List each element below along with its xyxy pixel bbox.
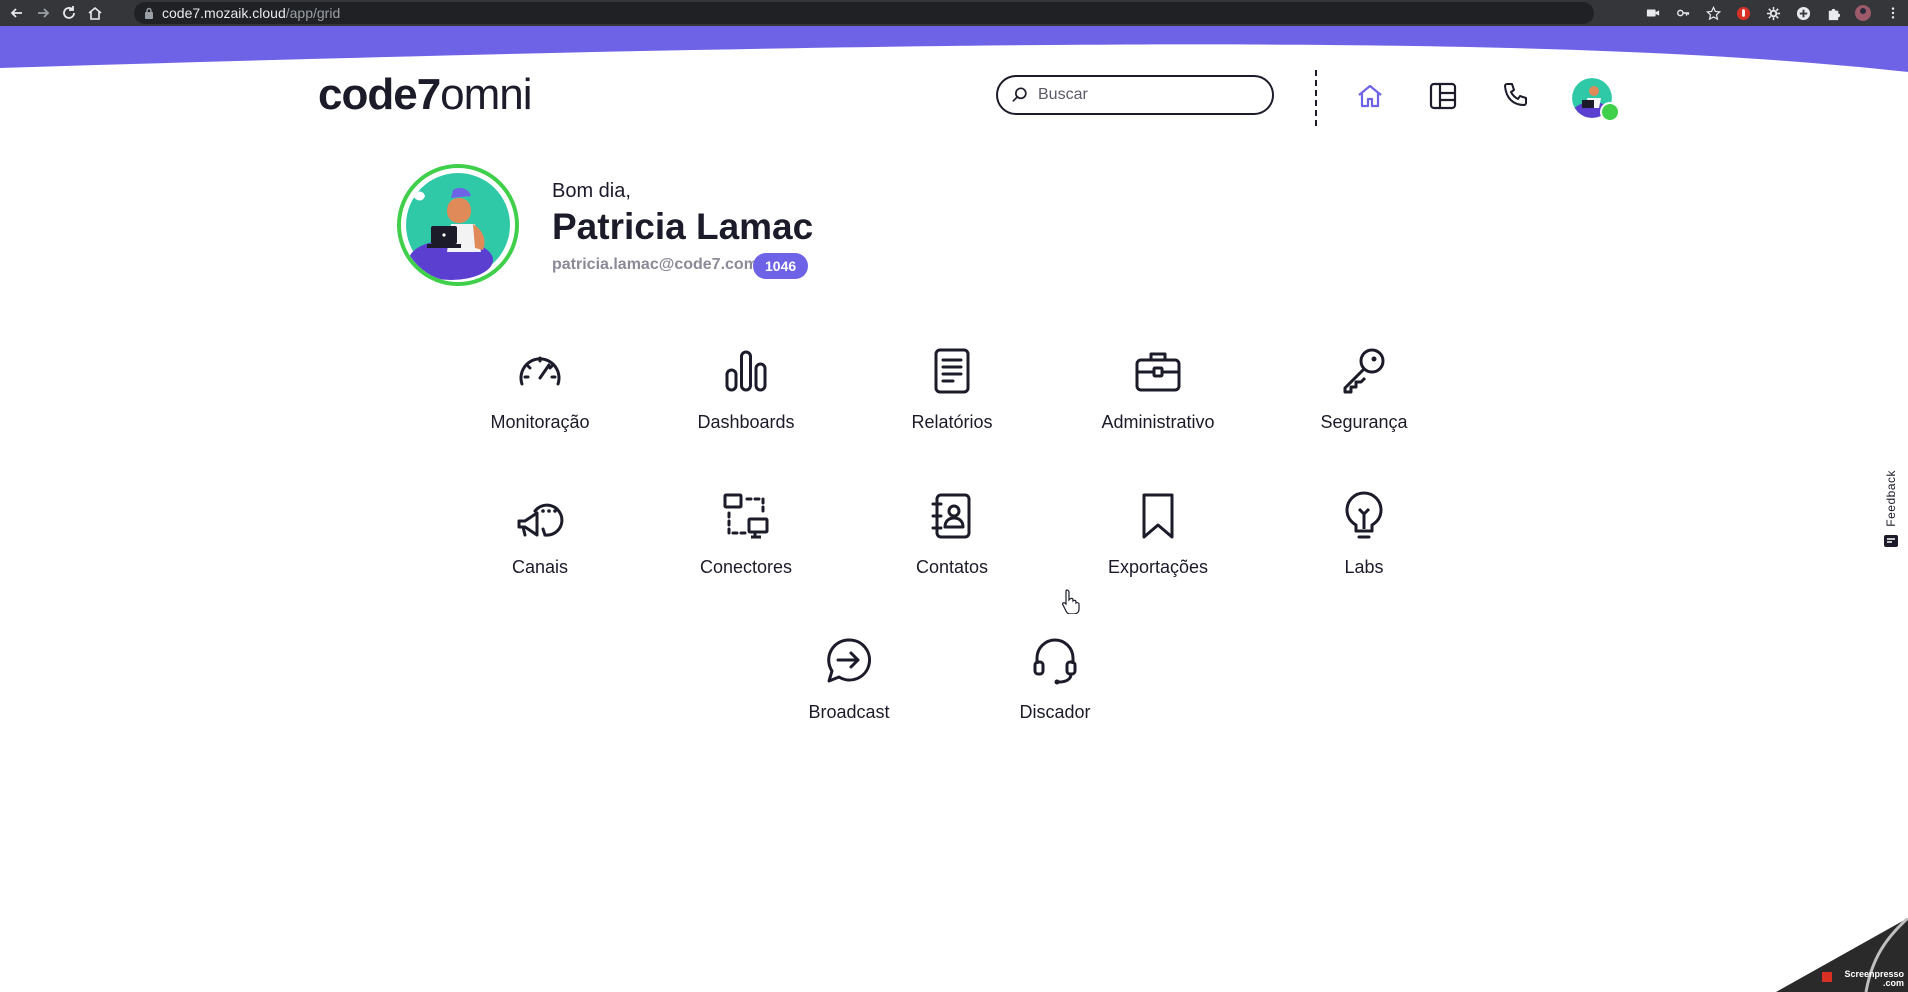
broadcast-bubble-icon [827,638,871,683]
app-label: Conectores [699,557,793,577]
user-name: Patricia Lamac [552,206,814,247]
briefcase-icon [1135,352,1181,392]
back-icon[interactable] [8,4,26,22]
watermark-line2: .com [1882,978,1904,988]
bar-chart-icon [725,350,767,392]
app-label: Dashboards [697,412,795,432]
online-status-dot [1600,102,1620,122]
document-icon [934,348,970,394]
url-host: code7.mozaik.cloud [162,5,286,21]
lock-icon [144,7,154,19]
camera-icon[interactable] [1644,4,1662,22]
feedback-tab[interactable]: Feedback [1882,470,1900,556]
puzzle-icon[interactable] [1824,4,1842,22]
header-divider [1315,70,1317,126]
app-label: Administrativo [1101,412,1215,432]
key-browser-icon[interactable] [1674,4,1692,22]
megaphone-chat-icon [517,503,564,537]
home-button[interactable] [1354,80,1386,112]
app-label: Segurança [1320,412,1408,432]
headset-icon [1033,638,1077,685]
star-icon[interactable] [1704,4,1722,22]
app-tile-relatorios[interactable]: Relatórios [862,346,1042,456]
app-tile-seguranca[interactable]: Segurança [1274,346,1454,456]
top-band [0,26,1908,72]
phone-button[interactable] [1499,80,1531,112]
app-tile-contatos[interactable]: Contatos [862,491,1042,601]
profile-avatar [397,164,519,286]
profile-browser-icon[interactable] [1854,4,1872,22]
app-tile-exportacoes[interactable]: Exportações [1068,491,1248,601]
url-path: /app/grid [285,5,341,21]
search-input[interactable] [1036,85,1250,105]
extension-red-icon[interactable] [1734,4,1752,22]
search-icon [1012,87,1027,102]
extension-plus-icon[interactable] [1794,4,1812,22]
home-icon [1358,84,1382,108]
logo-bold: code7 [318,70,441,119]
forward-icon[interactable] [34,4,52,22]
extension-badge: 1046 [753,253,809,279]
lightbulb-icon [1345,491,1383,539]
app-label: Canais [511,557,569,577]
watermark-text: Screenpresso .com [1844,970,1904,988]
menu-dots-icon[interactable] [1884,4,1902,22]
app-tile-monitoracao[interactable]: Monitoração [450,346,630,456]
app-label: Broadcast [808,702,890,722]
app-tile-canais[interactable]: Canais [450,491,630,601]
connector-icon [723,493,769,539]
feedback-icon [1884,534,1898,547]
address-bar[interactable]: code7.mozaik.cloud/app/grid [134,2,1594,24]
greeting-text: Bom dia, [552,180,631,202]
logo-light: omni [440,70,532,119]
app-label: Monitoração [490,412,590,432]
key-icon [1343,348,1385,394]
app-label: Discador [1019,702,1091,722]
hand-cursor-icon [1062,589,1080,614]
search-box[interactable] [996,75,1274,115]
home-browser-icon[interactable] [86,4,104,22]
feedback-label: Feedback [1884,470,1898,527]
extension-gear-icon[interactable] [1764,4,1782,22]
layout-button[interactable] [1427,80,1459,112]
app-tile-broadcast[interactable]: Broadcast [759,636,939,746]
url-text: code7.mozaik.cloud/app/grid [162,5,340,21]
phone-icon [1504,83,1527,106]
app-tile-labs[interactable]: Labs [1274,491,1454,601]
contact-book-icon [931,493,971,539]
bookmark-icon [1142,493,1174,539]
app-label: Exportações [1107,557,1209,577]
browser-toolbar: code7.mozaik.cloud/app/grid [0,0,1908,26]
app-tile-discador[interactable]: Discador [965,636,1145,746]
app-label: Contatos [915,557,989,577]
app-label: Relatórios [911,412,993,432]
app-tile-dashboards[interactable]: Dashboards [656,346,836,456]
app-tile-administrativo[interactable]: Administrativo [1068,346,1248,456]
app-label: Labs [1344,557,1384,577]
app-logo[interactable]: code7omni [318,70,533,120]
reload-icon[interactable] [60,4,78,22]
layout-grid-icon [1429,82,1457,110]
speedometer-icon [519,356,561,386]
user-email: patricia.lamac@code7.com [552,256,758,273]
app-tile-conectores[interactable]: Conectores [656,491,836,601]
